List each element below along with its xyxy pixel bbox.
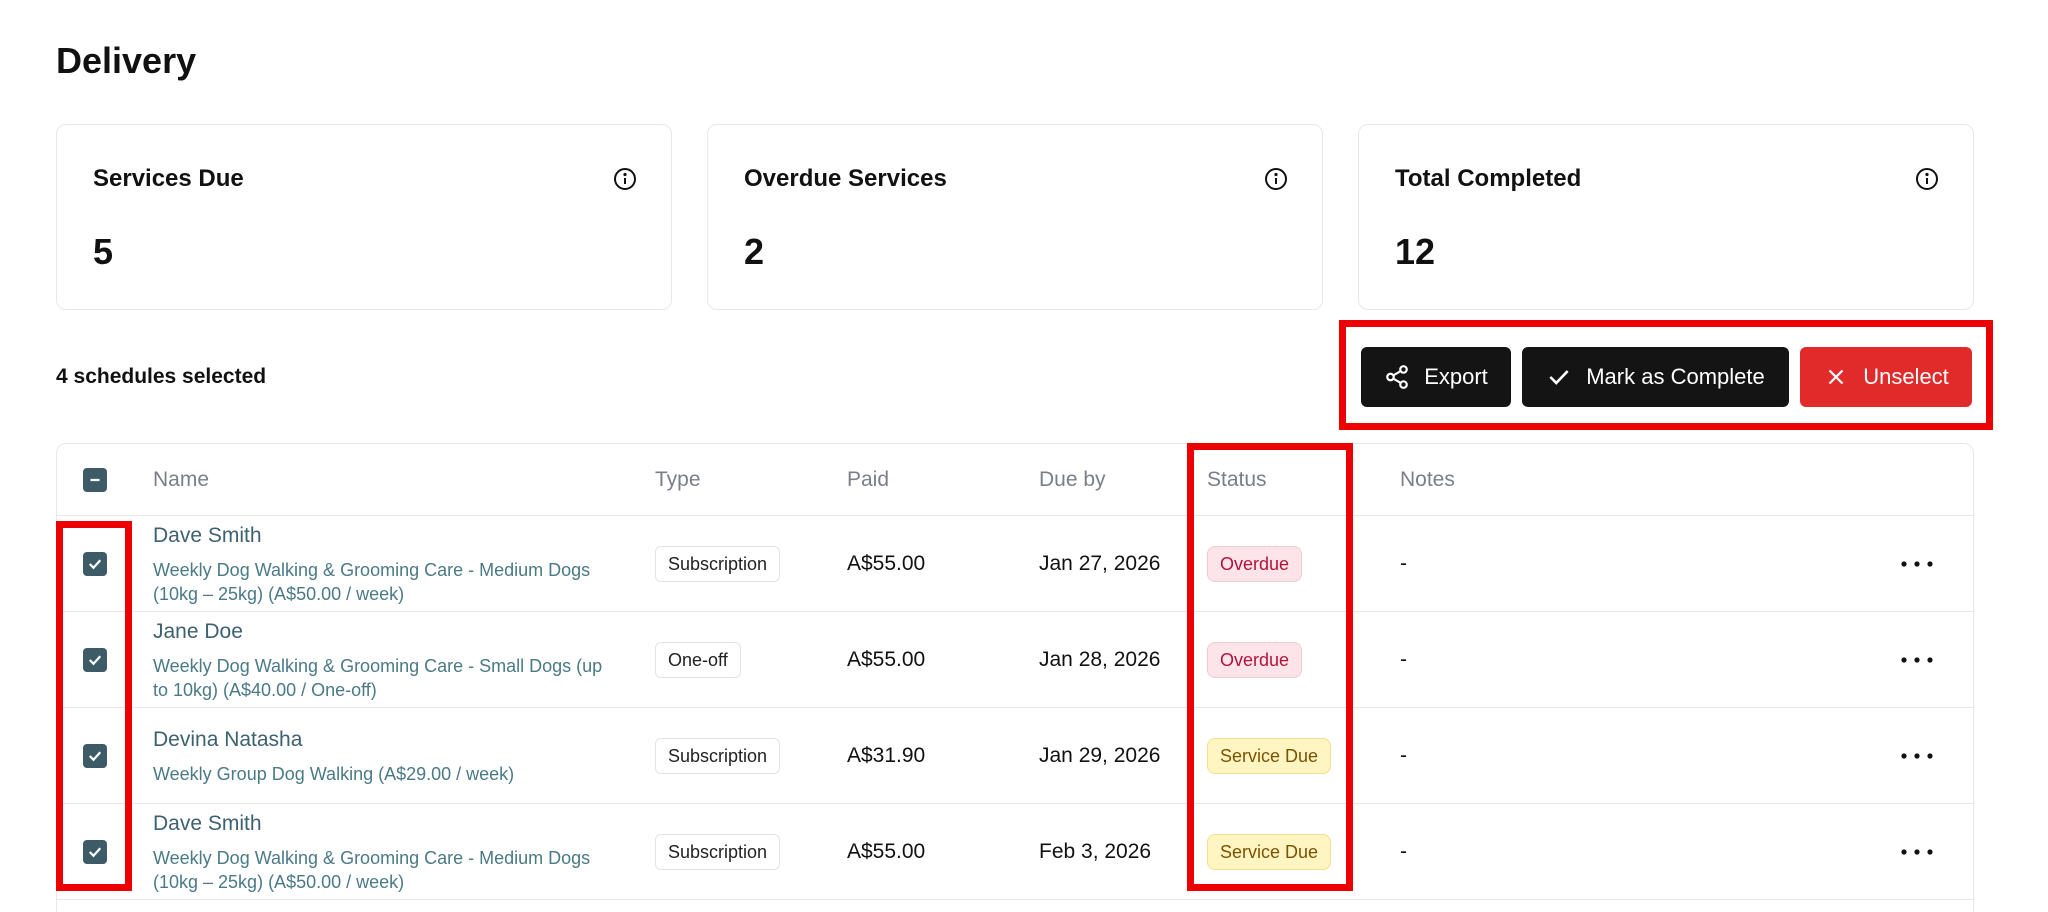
checkbox-indeterminate-icon bbox=[90, 478, 100, 482]
header-type[interactable]: Type bbox=[655, 468, 701, 492]
type-badge: One-off bbox=[655, 642, 741, 678]
checkbox-column-highlight-box bbox=[56, 521, 132, 891]
due-date: Jan 28, 2026 bbox=[1039, 648, 1161, 671]
service-description: Weekly Dog Walking & Grooming Care - Sma… bbox=[153, 656, 603, 700]
more-horizontal-icon bbox=[1901, 753, 1933, 759]
stat-value: 5 bbox=[93, 231, 114, 272]
table-row[interactable]: Dave Smith Weekly Dog Walking & Grooming… bbox=[57, 804, 1973, 900]
stat-value: 12 bbox=[1395, 231, 1436, 272]
type-badge: Subscription bbox=[655, 546, 781, 582]
header-due-by[interactable]: Due by bbox=[1039, 468, 1106, 492]
status-column-highlight-box bbox=[1187, 443, 1353, 891]
table-row[interactable]: Devina Natasha Weekly Group Dog Walking … bbox=[57, 708, 1973, 804]
table-row[interactable]: Jane Doe Weekly Dog Walking & Grooming C… bbox=[57, 612, 1973, 708]
type-badge: Subscription bbox=[655, 834, 781, 870]
notes: - bbox=[1400, 552, 1407, 575]
table-header: Name Type Paid Due by Status Notes bbox=[57, 444, 1973, 516]
more-horizontal-icon bbox=[1901, 657, 1933, 663]
due-date: Jan 29, 2026 bbox=[1039, 744, 1161, 767]
paid-amount: A$55.00 bbox=[847, 840, 926, 863]
schedules-table: Name Type Paid Due by Status Notes Dave … bbox=[56, 443, 1974, 912]
stat-card-overdue-services: Overdue Services 2 bbox=[707, 124, 1323, 310]
paid-amount: A$55.00 bbox=[847, 552, 926, 575]
stat-label: Total Completed bbox=[1395, 165, 1582, 192]
customer-name[interactable]: Dave Smith bbox=[153, 524, 262, 548]
header-paid[interactable]: Paid bbox=[847, 468, 889, 492]
service-description: Weekly Dog Walking & Grooming Care - Med… bbox=[153, 560, 591, 604]
customer-name[interactable]: Jane Doe bbox=[153, 620, 243, 644]
stat-label: Overdue Services bbox=[744, 165, 947, 192]
stat-card-services-due: Services Due 5 bbox=[56, 124, 672, 310]
row-actions-button[interactable] bbox=[1897, 834, 1937, 870]
info-icon[interactable] bbox=[613, 167, 637, 191]
table-row[interactable]: Dave Smith Weekly Dog Walking & Grooming… bbox=[57, 516, 1973, 612]
due-date: Jan 27, 2026 bbox=[1039, 552, 1161, 575]
selected-count: 4 schedules selected bbox=[56, 365, 267, 388]
service-description: Weekly Group Dog Walking (A$29.00 / week… bbox=[153, 764, 515, 784]
header-name[interactable]: Name bbox=[153, 468, 209, 492]
page-title: Delivery bbox=[56, 40, 197, 81]
more-horizontal-icon bbox=[1901, 849, 1933, 855]
row-actions-button[interactable] bbox=[1897, 546, 1937, 582]
more-horizontal-icon bbox=[1901, 561, 1933, 567]
paid-amount: A$31.90 bbox=[847, 744, 926, 767]
type-badge: Subscription bbox=[655, 738, 781, 774]
stat-card-total-completed: Total Completed 12 bbox=[1358, 124, 1974, 310]
stat-label: Services Due bbox=[93, 165, 244, 192]
info-icon[interactable] bbox=[1915, 167, 1939, 191]
select-all-checkbox[interactable] bbox=[83, 468, 107, 492]
row-actions-button[interactable] bbox=[1897, 738, 1937, 774]
notes: - bbox=[1400, 648, 1407, 671]
notes: - bbox=[1400, 744, 1407, 767]
stat-value: 2 bbox=[744, 231, 765, 272]
customer-name[interactable]: Dave Smith bbox=[153, 812, 262, 836]
notes: - bbox=[1400, 840, 1407, 863]
service-description: Weekly Dog Walking & Grooming Care - Med… bbox=[153, 848, 591, 892]
row-actions-button[interactable] bbox=[1897, 642, 1937, 678]
paid-amount: A$55.00 bbox=[847, 648, 926, 671]
actions-highlight-box bbox=[1339, 320, 1993, 430]
customer-name[interactable]: Devina Natasha bbox=[153, 728, 302, 752]
info-icon[interactable] bbox=[1264, 167, 1288, 191]
header-notes[interactable]: Notes bbox=[1400, 468, 1455, 492]
due-date: Feb 3, 2026 bbox=[1039, 840, 1152, 863]
